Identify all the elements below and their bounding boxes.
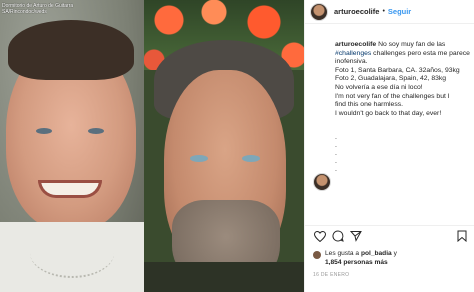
caption-line-3: inofensiva. bbox=[335, 58, 368, 66]
necklace bbox=[30, 228, 114, 278]
hashtag-link[interactable]: #challenges bbox=[335, 50, 371, 57]
eye-left bbox=[36, 128, 52, 134]
caption-line-1: No soy muy fan de las bbox=[378, 41, 446, 48]
caption-line-2: challenges pero esta me parece bbox=[373, 49, 470, 57]
photo-credit: Dormitorio de Arturo de Guitarra SA/Rinc… bbox=[2, 3, 74, 15]
follow-button[interactable]: Seguir bbox=[388, 7, 411, 16]
heart-icon[interactable] bbox=[313, 230, 327, 242]
caption-line-4: Foto 1, Santa Barbara, CA. 32años, 93kg bbox=[335, 66, 460, 74]
share-icon[interactable] bbox=[349, 230, 363, 242]
caption-dots: . . . . . bbox=[335, 134, 337, 174]
dot-line: . bbox=[335, 158, 337, 165]
caption-line-7: I'm not very fan of the challenges but I bbox=[335, 92, 450, 100]
dot-line: . bbox=[335, 166, 337, 173]
post-header: arturoecolife • Seguir bbox=[305, 0, 474, 24]
eye-right bbox=[88, 128, 104, 134]
liker-username[interactable]: pol_badia bbox=[361, 250, 392, 257]
caption-line-6: No volvería a ese día ni loco! bbox=[335, 83, 423, 91]
likes-count[interactable]: 1,854 personas más bbox=[325, 259, 388, 266]
photo-right bbox=[144, 0, 304, 292]
likes-summary: Les gusta a pol_badia y 1,854 personas m… bbox=[313, 250, 397, 267]
username[interactable]: arturoecolife bbox=[334, 7, 379, 16]
photo-left: Dormitorio de Arturo de Guitarra SA/Rinc… bbox=[0, 0, 144, 292]
dot-line: . bbox=[335, 150, 337, 157]
likes-prefix: Les gusta a bbox=[325, 250, 360, 257]
caption-line-9: I wouldn't go back to that day, ever! bbox=[335, 109, 442, 117]
comment-icon[interactable] bbox=[331, 230, 345, 242]
eye-right bbox=[242, 155, 260, 162]
clothing bbox=[144, 262, 304, 292]
caption: arturoecolife No soy muy fan de las #cha… bbox=[335, 41, 473, 118]
avatar[interactable] bbox=[310, 2, 328, 21]
dot-line: . bbox=[335, 134, 337, 141]
caption-line-8: find this one harmless. bbox=[335, 101, 404, 109]
caption-line-5: Foto 2, Guadalajara, Spain, 42, 83kg bbox=[335, 75, 447, 83]
action-bar bbox=[305, 225, 474, 245]
hair-young bbox=[8, 20, 134, 80]
liker-avatar[interactable] bbox=[313, 251, 321, 259]
post-date[interactable]: 16 de enero bbox=[313, 272, 349, 278]
likes-suffix: y bbox=[393, 250, 397, 257]
dot-line: . bbox=[335, 142, 337, 149]
instagram-post-panel: arturoecolife • Seguir arturoecolife No … bbox=[304, 0, 474, 292]
likes-text: Les gusta a pol_badia y 1,854 personas m… bbox=[325, 250, 397, 267]
bookmark-icon[interactable] bbox=[455, 230, 469, 242]
smile bbox=[38, 180, 102, 198]
eye-left bbox=[190, 155, 208, 162]
separator-dot: • bbox=[382, 8, 385, 15]
comment-avatar[interactable] bbox=[313, 173, 331, 191]
caption-username[interactable]: arturoecolife bbox=[335, 41, 376, 48]
